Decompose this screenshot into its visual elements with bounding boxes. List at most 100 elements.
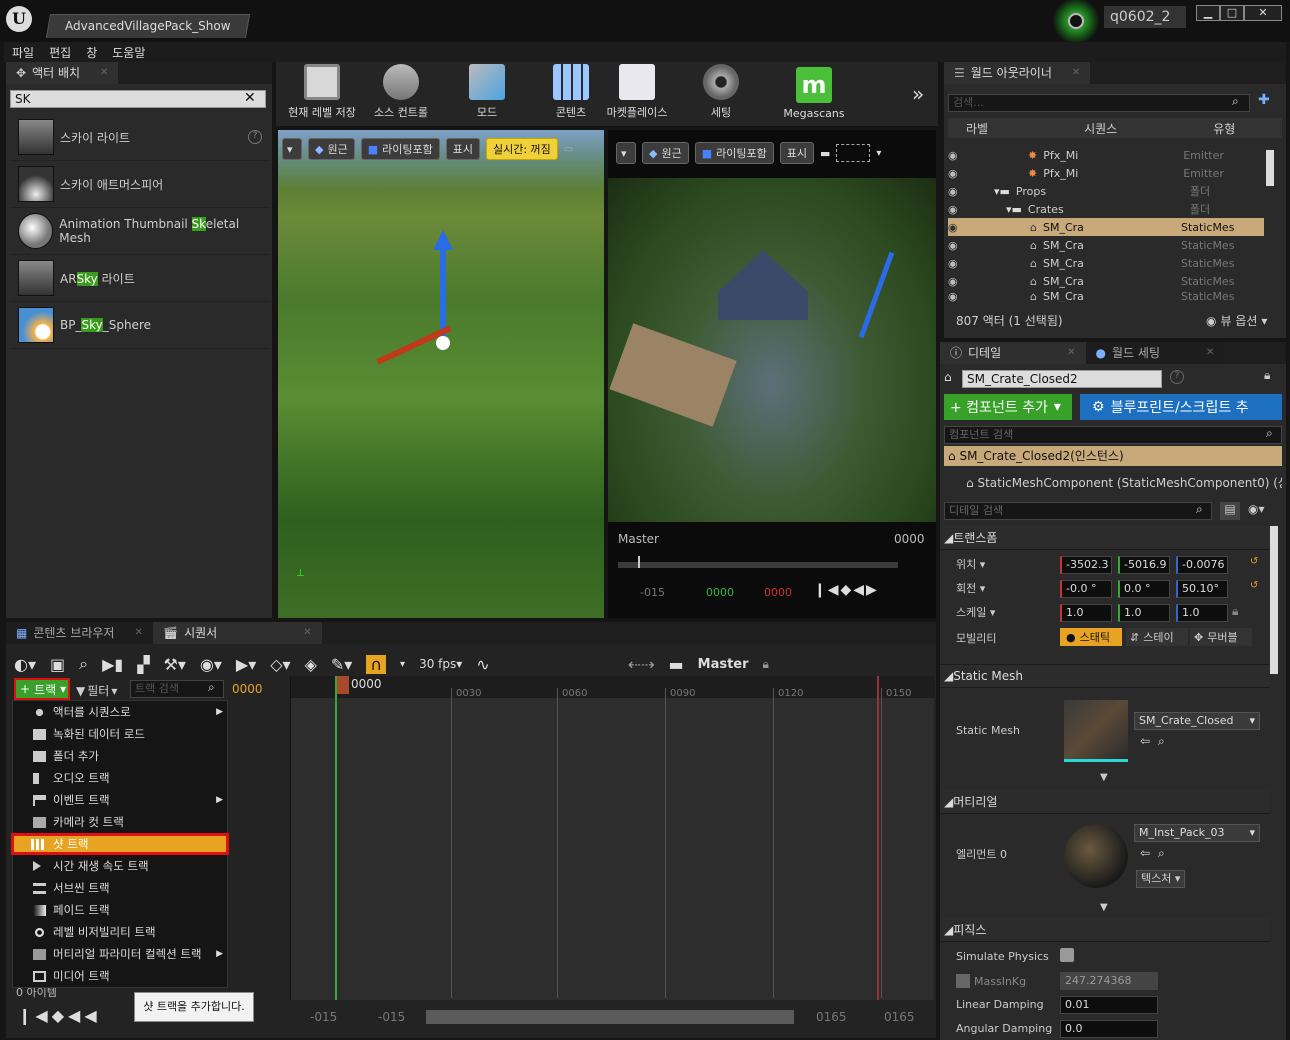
back-forward-icons[interactable]: ⇠⇢ [628, 655, 655, 674]
mobility-movable-button[interactable]: ✥ 무버블 [1190, 628, 1252, 646]
fps-dropdown[interactable]: 30 fps▾ [419, 657, 462, 671]
rotation-y-field[interactable]: 0.0 ° [1118, 580, 1170, 598]
search-icon[interactable]: ⌕ [79, 654, 88, 674]
source-control-button[interactable]: 소스 컨트롤 [366, 62, 436, 120]
menu-item-camera-cut-track[interactable]: 카메라 컷 트랙 [13, 811, 227, 833]
reset-location-icon[interactable]: ↺ [1250, 556, 1258, 567]
list-item[interactable]: 스카이 애트머스피어 [10, 161, 270, 208]
location-label[interactable]: 위치 ▾ [956, 556, 985, 572]
scale-x-field[interactable]: 1.0 [1060, 604, 1112, 622]
instance-row[interactable]: ⌂ SM_Crate_Closed2(인스턴스) [944, 446, 1282, 466]
tab-place-actors[interactable]: ✥ 액터 배치 ✕ [6, 62, 119, 84]
close-tab-icon[interactable]: ✕ [1067, 342, 1075, 364]
reset-rotation-icon[interactable]: ↺ [1250, 580, 1258, 591]
pencil-icon[interactable]: ✎▾ [331, 655, 352, 674]
menu-window[interactable]: 창 [86, 44, 97, 61]
table-row-selected[interactable]: ◉ ⌂ SM_Cra StaticMes [948, 218, 1264, 236]
menu-item-fade-track[interactable]: 페이드 트랙 [13, 899, 227, 921]
lock-icon[interactable]: 🔒︎ [1264, 368, 1270, 383]
section-static-mesh[interactable]: ◢ Static Mesh [940, 664, 1270, 688]
track-area[interactable]: 0000 0030 0060 0090 0120 0150 [290, 676, 935, 1000]
menu-item-shot-track[interactable]: 샷 트랙 [11, 833, 229, 855]
section-material[interactable]: ◢ 머티리얼 [940, 790, 1270, 814]
menu-item-material-param-track[interactable]: 머티리얼 파라미터 컬렉션 트랙 ▶ [13, 943, 227, 965]
filter-button[interactable]: ▼ 필터 ▾ [76, 682, 117, 699]
close-tab-icon[interactable]: ✕ [1206, 342, 1214, 364]
visibility-eye-icon[interactable]: ◉ [948, 239, 968, 252]
outliner-search-input[interactable]: 검색... [948, 94, 1250, 112]
table-row[interactable]: ◉ ▾▬ Props 폴더 [948, 182, 1264, 200]
simulate-physics-checkbox[interactable] [1060, 948, 1074, 962]
time-ruler[interactable] [291, 676, 935, 698]
viewport-options-dropdown[interactable]: ▾ [616, 142, 636, 164]
source-control-globe-icon[interactable] [1050, 0, 1102, 42]
table-row[interactable]: ◉ ✸ Pfx_Mi Emitter [948, 146, 1264, 164]
location-y-field[interactable]: -5016.9 [1118, 556, 1170, 574]
megascans-button[interactable]: m Megascans [776, 62, 852, 120]
add-track-button[interactable]: + 트랙 ▾ [14, 678, 70, 700]
folder-icon[interactable]: ▬ [669, 655, 684, 674]
lighting-button[interactable]: ■ 라이팅포함 [360, 138, 440, 160]
linear-damping-field[interactable]: 0.01 [1060, 996, 1158, 1014]
snap-dropdown-icon[interactable]: ▾ [400, 659, 405, 670]
view-range-end[interactable]: 0165 [884, 1010, 915, 1024]
world-icon[interactable]: ◐▾ [14, 655, 36, 674]
perspective-button[interactable]: ◆ 원근 [308, 138, 355, 160]
lock-icon[interactable]: 🔒︎ [763, 657, 769, 672]
menu-item-media-track[interactable]: 미디어 트랙 [13, 965, 227, 987]
save-icon[interactable]: ▣ [50, 655, 65, 674]
list-item[interactable]: BP_Sky_Sphere [10, 302, 270, 349]
lighting-button[interactable]: ■ 라이팅포함 [694, 142, 774, 164]
location-x-field[interactable]: -3502.3 [1060, 556, 1112, 574]
perspective-button[interactable]: ◆ 원근 [642, 142, 689, 164]
playhead-handle[interactable] [337, 676, 349, 694]
list-item[interactable]: 스카이 라이트 ? [10, 114, 270, 161]
mobility-stationary-button[interactable]: ⇵ 스테이 [1126, 628, 1188, 646]
auto-key-icon[interactable]: ◈ [305, 655, 317, 674]
close-tab-icon[interactable]: ✕ [100, 62, 108, 84]
mass-label[interactable]: MassInKg [956, 974, 1026, 988]
expand-toolbar-icon[interactable]: » [912, 82, 924, 106]
help-icon[interactable]: ? [1170, 370, 1184, 384]
playhead-marker[interactable] [638, 556, 646, 568]
property-matrix-icon[interactable]: ▤ [1220, 502, 1240, 520]
menu-item-actor-to-sequence[interactable]: 액터를 시퀀스로 ▶ [13, 701, 227, 723]
rotation-x-field[interactable]: -0.0 ° [1060, 580, 1112, 598]
expand-section-icon[interactable]: ▼ [1100, 772, 1108, 783]
col-label[interactable]: 라벨 [966, 120, 988, 137]
section-transform[interactable]: ◢ 트랜스폼 [940, 526, 1270, 550]
col-sequence[interactable]: 시퀀스 [1084, 120, 1117, 137]
mobility-static-button[interactable]: ● 스태틱 [1060, 628, 1122, 646]
key-icon[interactable]: ◇▾ [270, 655, 290, 674]
marketplace-button[interactable]: 마켓플레이스 [602, 62, 672, 120]
mass-field[interactable]: 247.274368 [1060, 972, 1158, 990]
clear-search-icon[interactable]: ✕ [244, 90, 256, 106]
list-item[interactable]: ARSky 라이트 [10, 255, 270, 302]
table-row[interactable]: ◉ ⌂ SM_Cra StaticMes [948, 290, 1264, 302]
component-search-input[interactable]: 컴포넌트 검색 [944, 426, 1282, 444]
detail-search-input[interactable]: 디테일 검색 [944, 502, 1212, 520]
viewport-right[interactable]: ▾ ◆ 원근 ■ 라이팅포함 표시 ▬ ▾ Master 0000 -015 000… [608, 130, 936, 618]
table-row[interactable]: ◉ ▾▬ Crates 폴더 [948, 200, 1264, 218]
menu-item-event-track[interactable]: 이벤트 트랙 ▶ [13, 789, 227, 811]
close-tab-icon[interactable]: ✕ [1072, 62, 1080, 84]
render-movie-icon[interactable]: ▶▮ [102, 655, 123, 674]
component-row[interactable]: ⌂ StaticMeshComponent (StaticMeshCompone… [966, 474, 1282, 491]
timeline-scrollbar[interactable] [426, 1010, 794, 1024]
section-physics[interactable]: ◢ 피직스 [940, 918, 1270, 942]
clapper-icon[interactable]: ▞ [137, 655, 149, 674]
tab-world-settings[interactable]: ● 월드 세팅 ✕ [1085, 342, 1225, 364]
visibility-eye-icon[interactable]: ◉ [948, 149, 968, 162]
mesh-thumbnail[interactable] [1064, 700, 1128, 762]
material-picker[interactable]: M_Inst_Pack_03 ▾ [1134, 824, 1260, 842]
menu-item-level-visibility-track[interactable]: 레벨 비저빌리티 트랙 [13, 921, 227, 943]
lock-scale-icon[interactable]: 🔒︎ [1232, 604, 1238, 619]
menu-help[interactable]: 도움말 [112, 44, 145, 61]
modes-button[interactable]: 모드 [462, 62, 512, 120]
location-z-field[interactable]: -0.0076 [1176, 556, 1228, 574]
tab-details[interactable]: ⓘ 디테일 ✕ [940, 342, 1086, 364]
list-item[interactable]: Animation Thumbnail Skeletal Mesh [10, 208, 270, 255]
menu-item-load-recorded[interactable]: 녹화된 데이터 로드 [13, 723, 227, 745]
browse-use-icons[interactable]: ⇦⌕ [1140, 734, 1173, 749]
add-component-button[interactable]: + 컴포넌트 추가 ▾ [944, 394, 1072, 420]
